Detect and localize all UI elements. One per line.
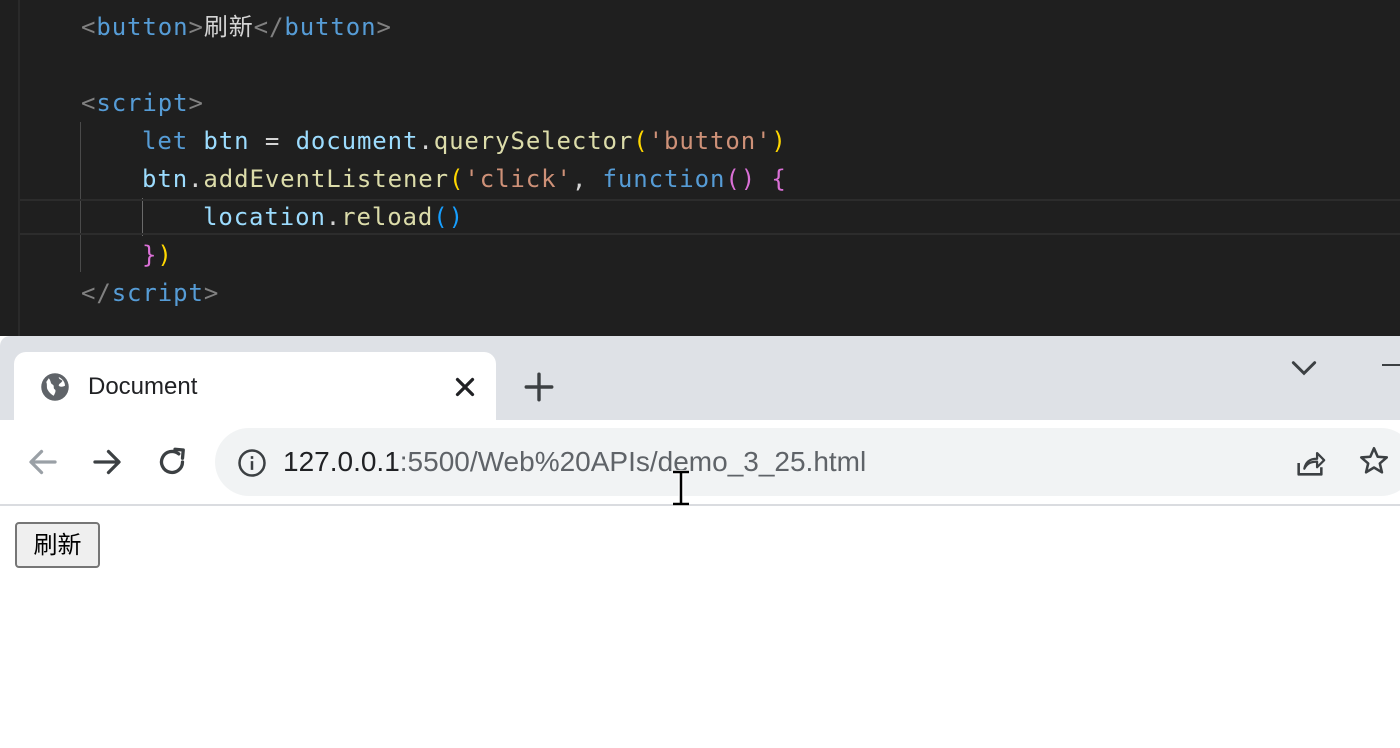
- token: document: [295, 127, 419, 155]
- token: let: [142, 127, 189, 155]
- text-cursor-icon: [673, 470, 689, 506]
- token: location: [203, 203, 326, 231]
- editor-gutter-divider: [18, 0, 20, 336]
- token: >: [188, 89, 204, 117]
- close-icon[interactable]: [450, 372, 480, 402]
- code-line-1[interactable]: <button>刷新</button>: [81, 8, 392, 46]
- forward-arrow-icon[interactable]: [89, 444, 125, 480]
- token: }: [142, 241, 158, 269]
- token: (): [725, 165, 757, 193]
- token: btn: [142, 165, 189, 193]
- token: 'click': [464, 165, 572, 193]
- token: button: [96, 13, 189, 41]
- token: </: [253, 13, 285, 41]
- url-path: :5500/Web%20APIs/demo_3_25.html: [399, 446, 867, 477]
- code-editor[interactable]: <button>刷新</button> <script> let btn = d…: [0, 0, 1400, 336]
- token: <: [81, 13, 97, 41]
- token: .: [418, 127, 434, 155]
- code-line-8[interactable]: </script>: [81, 274, 219, 312]
- tab-strip: Document: [0, 336, 1400, 422]
- tab-title: Document: [88, 373, 198, 400]
- token: reload: [341, 203, 434, 231]
- token: 'button': [648, 127, 772, 155]
- token: 刷新: [203, 13, 254, 41]
- token: </: [81, 279, 112, 307]
- token: {: [771, 165, 787, 193]
- refresh-button[interactable]: 刷新: [15, 522, 100, 568]
- minimize-icon[interactable]: [1382, 364, 1400, 366]
- bookmark-star-icon[interactable]: [1357, 444, 1391, 478]
- token: (: [633, 127, 649, 155]
- token: ,: [571, 165, 588, 193]
- token: ): [157, 241, 173, 269]
- browser-toolbar: 127.0.0.1:5500/Web%20APIs/demo_3_25.html: [0, 420, 1400, 506]
- token: <: [81, 89, 97, 117]
- token: script: [111, 279, 204, 307]
- tab-document[interactable]: Document: [14, 352, 496, 422]
- reload-icon[interactable]: [154, 444, 190, 480]
- token: (: [449, 165, 465, 193]
- info-icon[interactable]: [237, 448, 267, 478]
- code-line-7[interactable]: }): [142, 236, 173, 274]
- chevron-down-icon[interactable]: [1288, 352, 1320, 384]
- address-bar[interactable]: 127.0.0.1:5500/Web%20APIs/demo_3_25.html: [215, 428, 1400, 496]
- share-icon[interactable]: [1293, 446, 1327, 480]
- url-text[interactable]: 127.0.0.1:5500/Web%20APIs/demo_3_25.html: [283, 444, 866, 480]
- back-arrow-icon[interactable]: [25, 444, 61, 480]
- page-content: 刷新: [0, 506, 1400, 748]
- code-line-3[interactable]: <script>: [81, 84, 204, 122]
- indent-guide: [80, 122, 81, 272]
- token: >: [188, 13, 204, 41]
- code-line-5[interactable]: btn.addEventListener('click', function()…: [142, 160, 787, 198]
- globe-icon: [41, 373, 69, 401]
- token: addEventListener: [203, 165, 450, 193]
- token: >: [203, 279, 220, 307]
- token: function: [602, 165, 726, 193]
- token: btn: [203, 127, 250, 155]
- token: .: [325, 203, 342, 231]
- token: =: [264, 127, 281, 155]
- token: ): [771, 127, 787, 155]
- token: (): [433, 203, 464, 231]
- token: button: [284, 13, 377, 41]
- url-host: 127.0.0.1: [283, 446, 400, 477]
- token: .: [188, 165, 204, 193]
- new-tab-plus-icon[interactable]: [522, 370, 556, 404]
- token: script: [96, 89, 189, 117]
- token: >: [376, 13, 392, 41]
- code-line-6[interactable]: location.reload(): [203, 198, 464, 236]
- code-line-4[interactable]: let btn = document.querySelector('button…: [142, 122, 787, 160]
- browser-window: Document 127.0.0.1:5500/Web%20APIs/demo_…: [0, 336, 1400, 748]
- token: querySelector: [433, 127, 634, 155]
